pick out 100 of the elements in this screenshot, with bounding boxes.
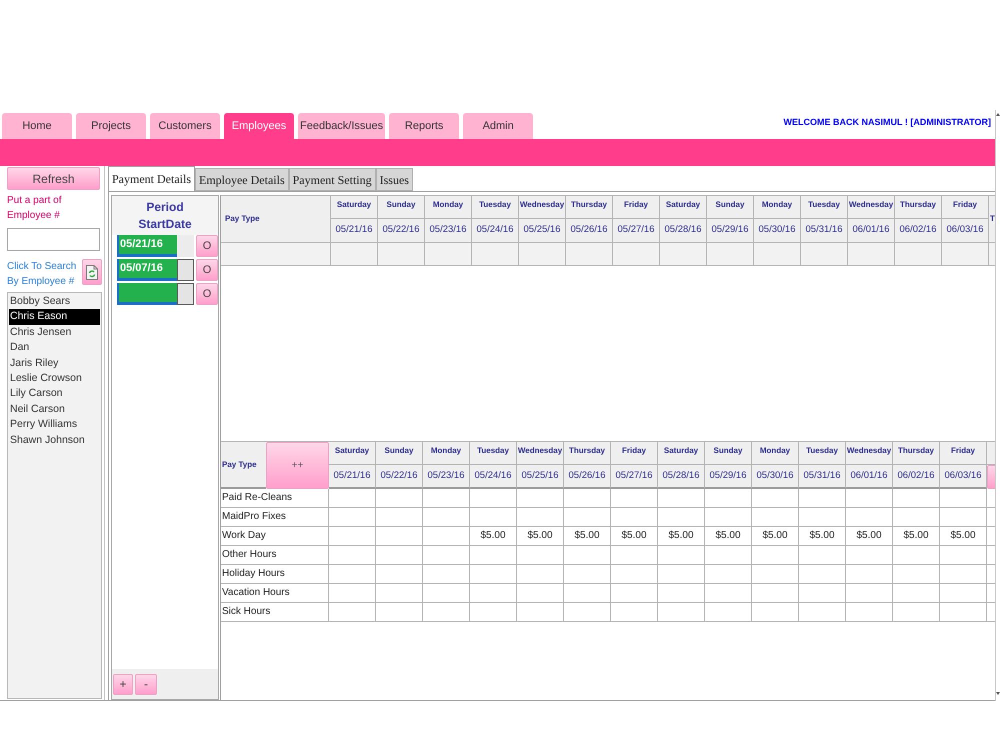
nav-tab[interactable]: Reports: [389, 113, 460, 139]
search-field[interactable]: [7, 228, 100, 251]
partial-button[interactable]: [987, 465, 995, 489]
table-cell: [425, 243, 472, 266]
open-button[interactable]: O: [196, 235, 218, 257]
refresh-button[interactable]: Refresh: [7, 167, 100, 190]
table-cell: [848, 243, 895, 266]
table-cell: $5.00: [517, 527, 564, 546]
date-header: 05/28/16: [658, 465, 705, 489]
search-button[interactable]: [82, 259, 102, 285]
day-header: Sunday: [378, 196, 425, 219]
list-item[interactable]: Chris Eason: [9, 309, 100, 325]
table-cell: [331, 243, 378, 266]
form-tab[interactable]: Payment Details: [108, 166, 195, 191]
table-cell: [517, 565, 564, 584]
day-header: Sunday: [707, 196, 754, 219]
table-cell: [611, 546, 658, 565]
record-selector[interactable]: [177, 283, 194, 305]
table-cell: [517, 584, 564, 603]
table-cell: $5.00: [893, 527, 940, 546]
table-cell: [376, 584, 423, 603]
table-cell: [893, 603, 940, 622]
nav-tab[interactable]: Admin: [463, 113, 534, 139]
record-selector[interactable]: [177, 259, 194, 281]
date-header: 05/29/16: [707, 219, 754, 243]
table-cell: [566, 243, 613, 266]
table-cell: [564, 603, 611, 622]
table-cell: [376, 565, 423, 584]
table-cell: [846, 489, 893, 508]
table-cell: [799, 565, 846, 584]
nav-tab[interactable]: Home: [2, 113, 72, 139]
date-header: 05/25/16: [519, 219, 566, 243]
down-arrow-icon: [996, 692, 1000, 695]
open-button[interactable]: O: [196, 283, 218, 305]
day-header: Tuesday: [801, 196, 848, 219]
list-item[interactable]: Leslie Crowson: [9, 370, 100, 386]
table-cell: $5.00: [752, 527, 799, 546]
table-cell: [611, 508, 658, 527]
nav-tab[interactable]: Feedback/Issues: [298, 113, 386, 139]
date-header: 05/21/16: [329, 465, 376, 489]
open-button[interactable]: O: [196, 259, 218, 281]
table-cell: [329, 584, 376, 603]
table-cell: [846, 546, 893, 565]
nav-tab[interactable]: Customers: [150, 113, 220, 139]
list-item[interactable]: Dan: [9, 340, 100, 356]
table-cell: [470, 584, 517, 603]
form-tab[interactable]: Issues: [376, 168, 413, 191]
table-cell: [705, 584, 752, 603]
date-header: 05/27/16: [613, 219, 660, 243]
table-cell: [517, 489, 564, 508]
table-cell: [893, 489, 940, 508]
day-header: Friday: [942, 196, 989, 219]
table-cell: [799, 584, 846, 603]
form-tab[interactable]: Payment Setting: [288, 168, 376, 191]
nav-tab[interactable]: Projects: [76, 113, 146, 139]
add-pay-type-button[interactable]: ++: [266, 442, 329, 489]
table-cell: $5.00: [470, 527, 517, 546]
table-cell: [752, 546, 799, 565]
day-header: Thursday: [895, 196, 942, 219]
table-cell: [423, 584, 470, 603]
table-cell: [329, 565, 376, 584]
welcome-text: WELCOME BACK NASIMUL ! [ADMINISTRATOR]: [784, 116, 992, 129]
date-header: 05/22/16: [378, 219, 425, 243]
date-header: 06/03/16: [940, 465, 987, 489]
day-header: Saturday: [660, 196, 707, 219]
table-cell: $5.00: [611, 527, 658, 546]
table-cell: [378, 243, 425, 266]
add-button[interactable]: +: [113, 674, 133, 694]
day-header: Thursday: [893, 442, 940, 465]
list-item[interactable]: Neil Carson: [9, 402, 100, 418]
table-cell: [658, 584, 705, 603]
date-header: 05/22/16: [376, 465, 423, 489]
table-cell: [752, 584, 799, 603]
table-cell: [705, 546, 752, 565]
date-header: 05/26/16: [566, 219, 613, 243]
date-header: 05/30/16: [754, 219, 801, 243]
row-label: Work Day: [221, 527, 329, 546]
table-cell: [940, 546, 987, 565]
table-cell: [376, 489, 423, 508]
row-label: MaidPro Fixes: [221, 508, 329, 527]
row-label: Vacation Hours: [221, 584, 329, 603]
table-cell: [893, 546, 940, 565]
table-cell: $5.00: [940, 527, 987, 546]
table-cell: [705, 508, 752, 527]
pay-type-header: Pay Type: [221, 442, 266, 489]
form-tab[interactable]: Employee Details: [194, 168, 289, 191]
table-cell: [423, 527, 470, 546]
list-item[interactable]: Perry Williams: [9, 417, 100, 433]
date-header: 05/24/16: [472, 219, 519, 243]
date-field[interactable]: [117, 283, 177, 305]
list-item[interactable]: Shawn Johnson: [9, 432, 100, 448]
list-item[interactable]: Bobby Sears: [9, 294, 100, 310]
table-cell: [846, 603, 893, 622]
list-item[interactable]: Jaris Riley: [9, 356, 100, 371]
remove-button[interactable]: -: [135, 674, 157, 694]
date-header: 05/24/16: [470, 465, 517, 489]
list-item[interactable]: Lily Carson: [9, 386, 100, 402]
table-cell: [517, 508, 564, 527]
list-item[interactable]: Chris Jensen: [9, 324, 100, 340]
table-cell: [613, 243, 660, 266]
